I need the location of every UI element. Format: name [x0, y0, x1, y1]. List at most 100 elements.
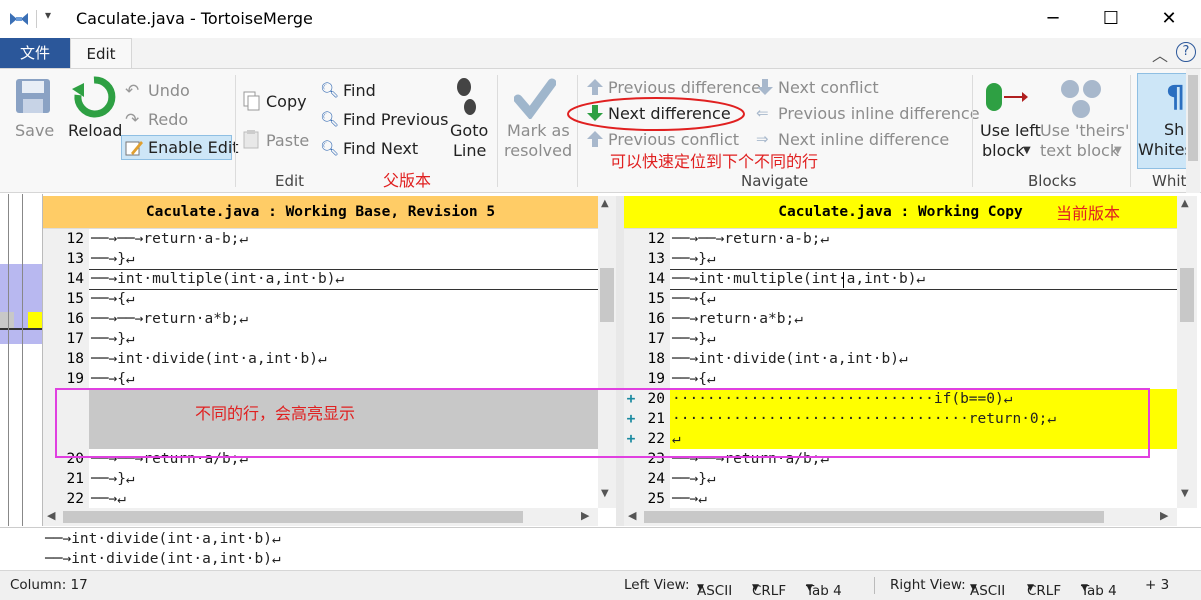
code-text[interactable]: ──→return·a*b;↵: [670, 311, 803, 327]
code-line[interactable]: 21 ──→}↵: [43, 469, 598, 489]
right-vertical-scrollbar[interactable]: ▲ ▼: [1177, 196, 1197, 508]
scroll-down-icon[interactable]: ▼: [601, 488, 609, 499]
code-line[interactable]: 16 ──→──→return·a*b;↵: [43, 309, 598, 329]
code-text[interactable]: ──→}↵: [670, 251, 716, 267]
code-text[interactable]: ──→──→return·a*b;↵: [89, 311, 248, 327]
scroll-right-icon[interactable]: ▶: [1160, 509, 1168, 522]
code-line[interactable]: 12 ──→──→return·a-b;↵: [624, 229, 1177, 249]
left-code-lines[interactable]: 12 ──→──→return·a-b;↵ 13 ──→}↵ 14 ──→int·mult…: [43, 229, 598, 508]
previous-difference-button[interactable]: Previous difference: [608, 78, 761, 97]
code-line[interactable]: 17 ──→}↵: [624, 329, 1177, 349]
left-horizontal-scrollbar-thumb[interactable]: [63, 511, 523, 523]
code-line[interactable]: 18 ──→int·divide(int·a,int·b)↵: [43, 349, 598, 369]
previous-conflict-button[interactable]: Previous conflict: [608, 130, 739, 149]
code-text[interactable]: ──→}↵: [89, 471, 135, 487]
collapse-ribbon-icon[interactable]: ︿: [1152, 42, 1168, 66]
quick-access-dropdown-icon[interactable]: ▾: [45, 8, 51, 22]
show-whitespace-button[interactable]: ¶ Sh Whites: [1137, 73, 1193, 169]
right-vertical-scrollbar-thumb[interactable]: [1180, 268, 1194, 322]
scroll-up-icon[interactable]: ▲: [1181, 198, 1189, 209]
maximize-button[interactable]: ☐: [1082, 0, 1140, 38]
next-inline-difference-button[interactable]: Next inline difference: [778, 130, 949, 149]
use-theirs-block-button[interactable]: Use 'theirs': [1040, 121, 1129, 140]
code-line[interactable]: 13 ──→}↵: [43, 249, 598, 269]
close-button[interactable]: ✕: [1140, 0, 1198, 38]
help-icon[interactable]: ?: [1176, 42, 1196, 62]
code-text[interactable]: ──→{↵: [670, 371, 716, 387]
code-text[interactable]: ──→}↵: [89, 251, 135, 267]
code-line[interactable]: 14 ──→int·multiple(int·a,int·b)↵: [624, 269, 1177, 289]
code-text[interactable]: ──→↵: [670, 491, 707, 507]
right-horizontal-scrollbar-thumb[interactable]: [644, 511, 1104, 523]
right-code-lines[interactable]: 12 ──→──→return·a-b;↵ 13 ──→}↵ 14 ──→int·mult…: [624, 229, 1177, 508]
code-line[interactable]: 24 ──→}↵: [624, 469, 1177, 489]
save-button[interactable]: Save: [15, 121, 54, 140]
code-line[interactable]: 16 ──→return·a*b;↵: [624, 309, 1177, 329]
code-text[interactable]: ──→}↵: [670, 471, 716, 487]
find-next-button[interactable]: Find Next: [343, 139, 418, 158]
minimize-button[interactable]: ─: [1024, 0, 1082, 38]
scroll-left-icon[interactable]: ◀: [628, 509, 636, 522]
find-button[interactable]: Find: [343, 81, 376, 100]
location-bar[interactable]: [0, 194, 43, 526]
right-pane[interactable]: Caculate.java : Working Copy 当前版本 12 ──→─…: [624, 196, 1177, 508]
ribbon-scrollbar-thumb[interactable]: [1188, 75, 1198, 161]
code-line[interactable]: 14 ──→int·multiple(int·a,int·b)↵: [43, 269, 598, 289]
code-text[interactable]: ──→{↵: [670, 291, 716, 307]
right-horizontal-scrollbar[interactable]: ◀ ▶: [624, 508, 1177, 526]
code-line[interactable]: 15 ──→{↵: [624, 289, 1177, 309]
reload-button[interactable]: Reload: [68, 121, 122, 140]
use-left-block-button[interactable]: Use left: [980, 121, 1041, 140]
code-text[interactable]: ──→↵: [89, 491, 126, 507]
code-line[interactable]: 13 ──→}↵: [624, 249, 1177, 269]
code-text[interactable]: ──→int·divide(int·a,int·b)↵: [670, 351, 908, 367]
code-text[interactable]: ──→int·multiple(int·a,int·b)↵: [670, 271, 925, 287]
scroll-down-icon[interactable]: ▼: [1181, 488, 1189, 499]
copy-button[interactable]: Copy: [266, 92, 307, 111]
find-previous-button[interactable]: Find Previous: [343, 110, 448, 129]
footprints-icon: [457, 78, 476, 115]
mark-resolved-button[interactable]: Mark as: [507, 121, 570, 140]
scroll-right-icon[interactable]: ▶: [581, 509, 589, 522]
code-line[interactable]: 17 ──→}↵: [43, 329, 598, 349]
left-horizontal-scrollbar[interactable]: ◀ ▶: [43, 508, 598, 526]
redo-button[interactable]: Redo: [148, 110, 188, 129]
code-text[interactable]: ──→}↵: [670, 331, 716, 347]
code-line[interactable]: 12 ──→──→return·a-b;↵: [43, 229, 598, 249]
use-theirs-block-button-line2[interactable]: text block: [1040, 141, 1119, 160]
pane-splitter[interactable]: [616, 196, 624, 526]
use-left-block-button-line2[interactable]: block: [982, 141, 1024, 160]
code-line[interactable]: 19 ──→{↵: [624, 369, 1177, 389]
code-line[interactable]: 25 ──→↵: [624, 489, 1177, 508]
tab-edit[interactable]: Edit: [70, 38, 132, 69]
left-vertical-scrollbar[interactable]: ▲ ▼: [598, 196, 616, 508]
code-line[interactable]: 19 ──→{↵: [43, 369, 598, 389]
code-text[interactable]: ──→}↵: [89, 331, 135, 347]
code-line[interactable]: 15 ──→{↵: [43, 289, 598, 309]
enable-edit-button[interactable]: Enable Edit: [121, 135, 239, 160]
code-text[interactable]: ──→──→return·a-b;↵: [89, 231, 248, 247]
previous-inline-difference-button[interactable]: Previous inline difference: [778, 104, 980, 123]
ribbon-scrollbar[interactable]: [1186, 69, 1200, 193]
scroll-up-icon[interactable]: ▲: [601, 198, 609, 209]
goto-line-button[interactable]: Goto: [450, 121, 488, 140]
code-line[interactable]: 22 ──→↵: [43, 489, 598, 508]
chevron-down-icon[interactable]: ▼: [1023, 145, 1031, 156]
goto-line-button-line2[interactable]: Line: [453, 141, 486, 160]
code-line[interactable]: 18 ──→int·divide(int·a,int·b)↵: [624, 349, 1177, 369]
left-vertical-scrollbar-thumb[interactable]: [600, 268, 614, 322]
next-conflict-button[interactable]: Next conflict: [778, 78, 879, 97]
scroll-left-icon[interactable]: ◀: [47, 509, 55, 522]
tab-file[interactable]: 文件: [0, 38, 70, 68]
code-text[interactable]: ──→{↵: [89, 291, 135, 307]
code-text[interactable]: ──→──→return·a-b;↵: [670, 231, 829, 247]
paste-button[interactable]: Paste: [266, 131, 309, 150]
mark-resolved-button-line2[interactable]: resolved: [504, 141, 572, 160]
code-text[interactable]: ──→{↵: [89, 371, 135, 387]
left-pane[interactable]: Caculate.java : Working Base, Revision 5…: [43, 196, 598, 508]
code-text[interactable]: ──→int·divide(int·a,int·b)↵: [89, 351, 327, 367]
undo-button[interactable]: Undo: [148, 81, 190, 100]
code-text[interactable]: ──→int·multiple(int·a,int·b)↵: [89, 271, 344, 287]
chevron-down-icon[interactable]: ▼: [1114, 145, 1122, 156]
tortoise-app-icon[interactable]: [8, 9, 30, 29]
